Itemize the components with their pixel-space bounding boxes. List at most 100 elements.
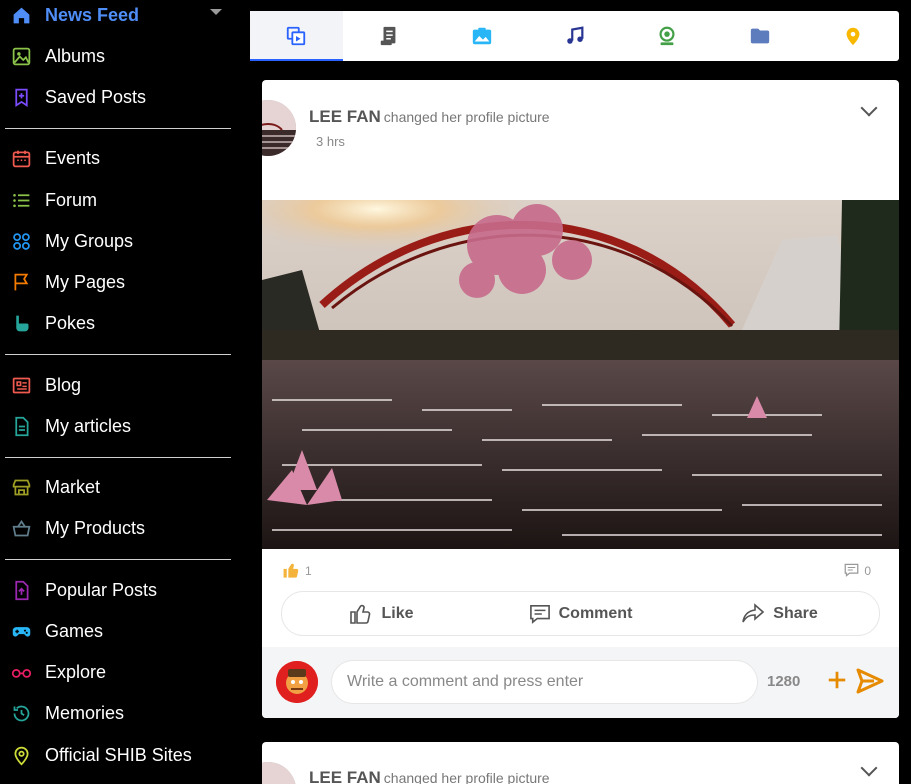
sidebar-item-label: Events [45,147,101,168]
post-author[interactable]: LEE FAN [309,768,381,784]
sidebar-item-my-articles[interactable]: My articles [10,411,131,441]
sidebar-item-label: Pokes [45,312,96,333]
tab-photo[interactable] [435,11,528,61]
sidebar-item-albums[interactable]: Albums [10,41,105,71]
sidebar-item-label: My Products [45,517,146,538]
sidebar-item-label: Official SHIB Sites [45,744,192,765]
sidebar-item-official-shib-sites[interactable]: Official SHIB Sites [10,740,192,770]
tab-music[interactable] [528,11,621,61]
chevron-down-icon[interactable] [860,99,878,117]
sidebar-item-my-products[interactable]: My Products [10,513,145,543]
tab-folder[interactable] [714,11,807,61]
comment-icon [529,604,550,624]
article-icon [10,415,32,437]
post-image[interactable] [262,200,899,549]
sidebar-item-memories[interactable]: Memories [10,698,124,728]
list-icon [10,189,32,211]
divider [5,457,231,458]
sidebar-item-label: My articles [45,415,132,436]
post-type-tabbar [250,11,899,61]
tab-media[interactable] [250,11,343,61]
sidebar-item-label: Forum [45,189,98,210]
calendar-icon [10,147,32,169]
share-label: Share [773,604,818,622]
gamepad-icon [10,620,32,642]
thumbs-up-icon [283,563,299,578]
sidebar-item-my-pages[interactable]: My Pages [10,267,125,297]
flag-icon [10,271,32,293]
glasses-icon [10,661,32,683]
sidebar-item-my-groups[interactable]: My Groups [10,226,133,256]
history-icon [10,702,32,724]
location-pin-icon [10,744,32,766]
tab-location[interactable] [806,11,899,61]
sidebar-item-label: News Feed [45,4,140,25]
chevron-down-icon[interactable] [210,9,222,15]
sidebar-item-events[interactable]: Events [10,143,100,173]
sidebar-item-pokes[interactable]: Pokes [10,308,95,338]
home-icon [10,4,32,26]
sidebar-item-saved-posts[interactable]: Saved Posts [10,82,146,112]
tab-webcam[interactable] [621,11,714,61]
tab-document[interactable] [343,11,436,61]
send-icon[interactable] [856,668,884,694]
sidebar-item-label: Popular Posts [45,579,158,600]
folder-icon [750,28,770,44]
plus-icon[interactable] [826,669,848,691]
share-button[interactable]: Share [680,592,879,635]
sidebar-item-label: Albums [45,45,106,66]
media-icon [287,26,306,46]
thumbs-up-outline-icon [350,604,371,624]
sidebar-item-label: Blog [45,374,82,395]
divider [5,128,231,129]
sidebar-item-label: My Groups [45,230,134,251]
sidebar: News Feed Albums Saved Posts Events Foru… [0,0,240,784]
post-action-text: changed her profile picture [383,109,550,125]
sidebar-item-explore[interactable]: Explore [10,657,106,687]
avatar[interactable] [262,762,296,784]
groups-icon [10,230,32,252]
popular-icon [10,579,32,601]
document-icon [380,26,396,46]
map-pin-icon [846,27,860,46]
sidebar-item-news-feed[interactable]: News Feed [10,0,139,30]
divider [5,354,231,355]
like-count[interactable]: 1 [305,564,312,578]
avatar[interactable] [262,100,296,156]
post-card: LEE FAN changed her profile picture [262,742,899,784]
comment-bubble-icon [844,563,859,577]
sidebar-item-forum[interactable]: Forum [10,185,97,215]
sidebar-item-label: Market [45,476,101,497]
post-author[interactable]: LEE FAN [309,107,381,126]
comment-count[interactable]: 0 [864,564,871,578]
comment-button[interactable]: Comment [481,592,680,635]
bookmark-icon [10,86,32,108]
sidebar-item-market[interactable]: Market [10,472,100,502]
sidebar-item-games[interactable]: Games [10,616,103,646]
avatar[interactable] [276,661,318,703]
sidebar-item-label: Games [45,620,104,641]
post-action-bar: Like Comment Share [281,591,880,636]
post-timestamp[interactable]: 3 hrs [316,134,345,149]
store-icon [10,476,32,498]
divider [5,559,231,560]
music-icon [566,26,583,44]
comment-composer: 1280 [262,647,899,718]
like-button[interactable]: Like [282,592,481,635]
post-card: LEE FAN changed her profile picture 3 hrs [262,80,899,718]
image-icon [10,45,32,67]
comment-label: Comment [558,604,633,622]
poke-hand-icon [10,312,32,334]
sidebar-item-label: My Pages [45,271,126,292]
sidebar-item-popular-posts[interactable]: Popular Posts [10,575,157,605]
basket-icon [10,517,32,539]
sidebar-item-label: Saved Posts [45,86,147,107]
sidebar-item-label: Memories [45,702,125,723]
webcam-icon [659,26,675,46]
chevron-down-icon[interactable] [860,759,878,777]
post-header: LEE FAN changed her profile picture [309,768,550,784]
post-header: LEE FAN changed her profile picture [309,107,550,127]
share-icon [742,602,765,622]
sidebar-item-blog[interactable]: Blog [10,370,81,400]
comment-input[interactable] [331,660,758,704]
